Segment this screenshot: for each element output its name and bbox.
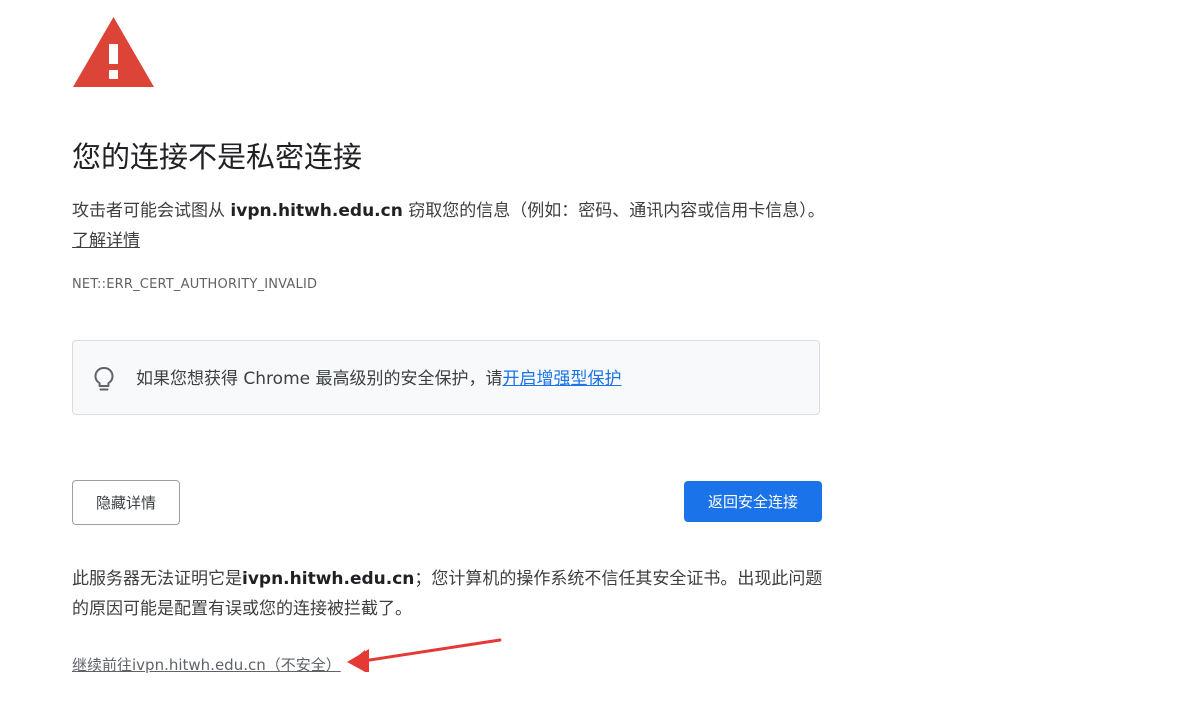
lightbulb-icon	[94, 367, 114, 391]
details-domain: ivpn.hitwh.edu.cn	[242, 569, 415, 589]
explanation-suffix: 窃取您的信息（例如：密码、通讯内容或信用卡信息）。	[402, 201, 825, 221]
enhanced-protection-message: 如果您想获得 Chrome 最高级别的安全保护，请	[136, 369, 503, 389]
security-interstitial-page: 您的连接不是私密连接 攻击者可能会试图从 ivpn.hitwh.edu.cn 窃…	[0, 0, 1177, 725]
error-code: NET::ERR_CERT_AUTHORITY_INVALID	[72, 277, 318, 292]
proceed-unsafe-link[interactable]: 继续前往ivpn.hitwh.edu.cn（不安全）	[72, 654, 341, 675]
hide-details-button[interactable]: 隐藏详情	[72, 480, 180, 525]
annotation-arrow-icon	[347, 638, 502, 672]
error-explanation: 攻击者可能会试图从 ivpn.hitwh.edu.cn 窃取您的信息（例如：密码…	[72, 196, 832, 256]
warning-triangle-icon	[73, 17, 154, 87]
details-prefix: 此服务器无法证明它是	[72, 569, 242, 589]
explanation-prefix: 攻击者可能会试图从	[72, 201, 231, 221]
enhanced-protection-text: 如果您想获得 Chrome 最高级别的安全保护，请开启增强型保护	[136, 365, 622, 393]
learn-more-link[interactable]: 了解详情	[72, 231, 140, 251]
enhanced-protection-banner: 如果您想获得 Chrome 最高级别的安全保护，请开启增强型保护	[72, 340, 820, 415]
details-explanation: 此服务器无法证明它是ivpn.hitwh.edu.cn；您计算机的操作系统不信任…	[72, 564, 832, 624]
back-to-safety-button[interactable]: 返回安全连接	[684, 481, 822, 522]
enable-enhanced-protection-link[interactable]: 开启增强型保护	[503, 369, 622, 389]
explanation-domain: ivpn.hitwh.edu.cn	[230, 201, 403, 221]
page-title: 您的连接不是私密连接	[72, 140, 363, 174]
